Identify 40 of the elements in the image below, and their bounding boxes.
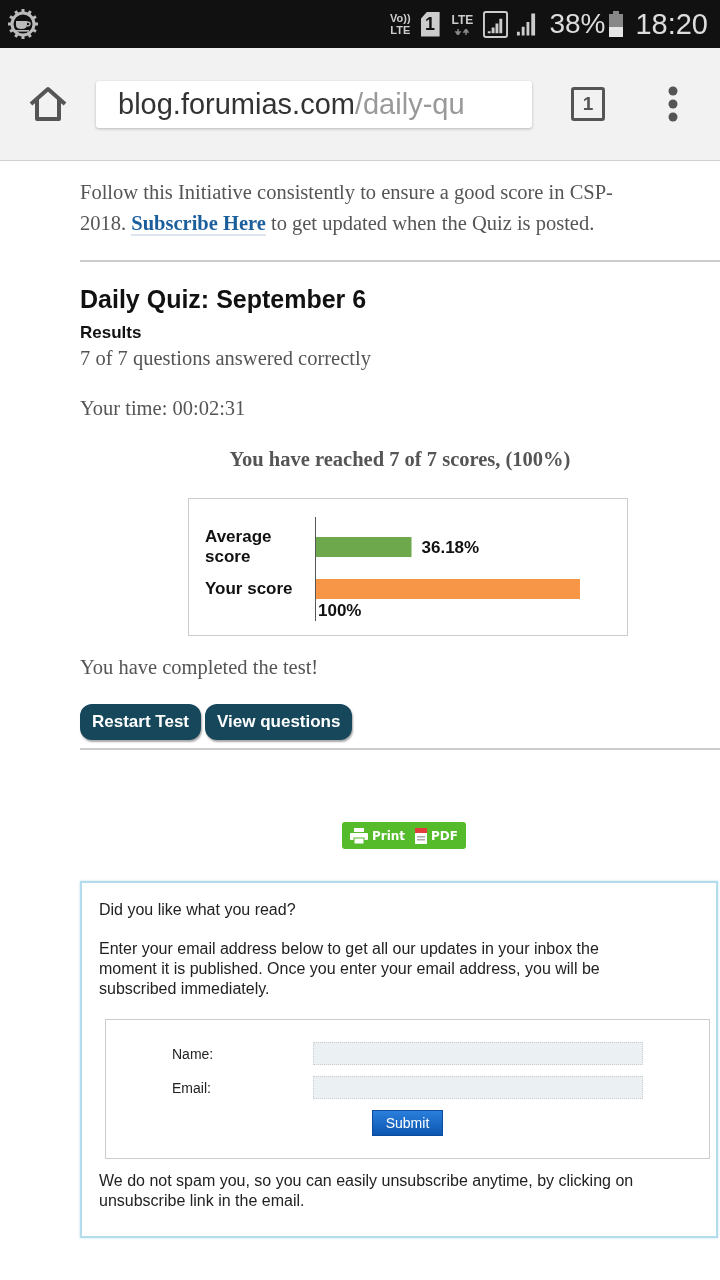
text-input-field[interactable]: [313, 1076, 643, 1099]
gear-cup-icon: [7, 8, 39, 40]
submit-button[interactable]: Submit: [372, 1110, 443, 1136]
printer-icon: [349, 827, 368, 844]
tab-switcher-button[interactable]: 1: [571, 87, 605, 121]
subscribe-question: Did you like what you read?: [99, 900, 297, 920]
signal-box-icon: [483, 10, 509, 38]
menu-icon[interactable]: [667, 86, 679, 122]
results-heading: Results: [80, 323, 143, 343]
url-path-text: /daily-qu: [354, 87, 465, 121]
home-icon[interactable]: [28, 86, 68, 122]
battery-percentage: 38%: [549, 8, 606, 40]
category-label: Average score: [205, 527, 273, 567]
address-bar[interactable]: blog.forumias.com/daily-qu: [96, 80, 532, 128]
data-arrows-icon: [454, 28, 471, 35]
clock-time: 18:20: [635, 7, 708, 41]
field-label: Name:: [172, 1045, 215, 1062]
intro-paragraph: Follow this Initiative consistently to ensure a good score in CSP-2018. Subscribe Here to get updated when the Quiz is posted.: [80, 180, 614, 238]
network-type-label: LTE: [451, 13, 474, 27]
pdf-document-icon: [415, 827, 428, 844]
quiz-title: Daily Quiz: September 6: [80, 284, 368, 314]
subscribe-link[interactable]: Subscribe Here: [131, 212, 266, 236]
text-input-field[interactable]: [313, 1042, 643, 1065]
score-summary-text: You have reached 7 of 7 scores, (100%): [228, 447, 572, 472]
field-label: Email:: [172, 1079, 212, 1096]
spam-note: We do not spam you, so you can easily unsubscribe anytime, by clicking on unsubscribe link in the email.: [99, 1171, 635, 1211]
quiz-action-button[interactable]: Restart Test: [80, 704, 201, 740]
signal-icon: [516, 12, 538, 36]
category-label: Your score: [205, 579, 293, 599]
battery-icon: [609, 11, 624, 37]
sim-slot-badge: 1: [420, 11, 440, 37]
volte-label: Vo)) LTE: [390, 12, 411, 36]
url-host-text: blog.forumias.com: [118, 87, 355, 121]
value-label: 100%: [318, 601, 362, 620]
quiz-time-text: Your time: 00:02:31: [80, 396, 247, 421]
answered-count-text: 7 of 7 questions answered correctly: [80, 346, 372, 371]
subscribe-description: Enter your email address below to get all our updates in your inbox the moment it is published. Once you enter your email address, you will be subscribed immediately.: [99, 939, 601, 999]
completion-text: You have completed the test!: [80, 655, 320, 680]
value-label: 36.18%: [421, 538, 480, 557]
quiz-action-button[interactable]: View questions: [205, 704, 353, 740]
